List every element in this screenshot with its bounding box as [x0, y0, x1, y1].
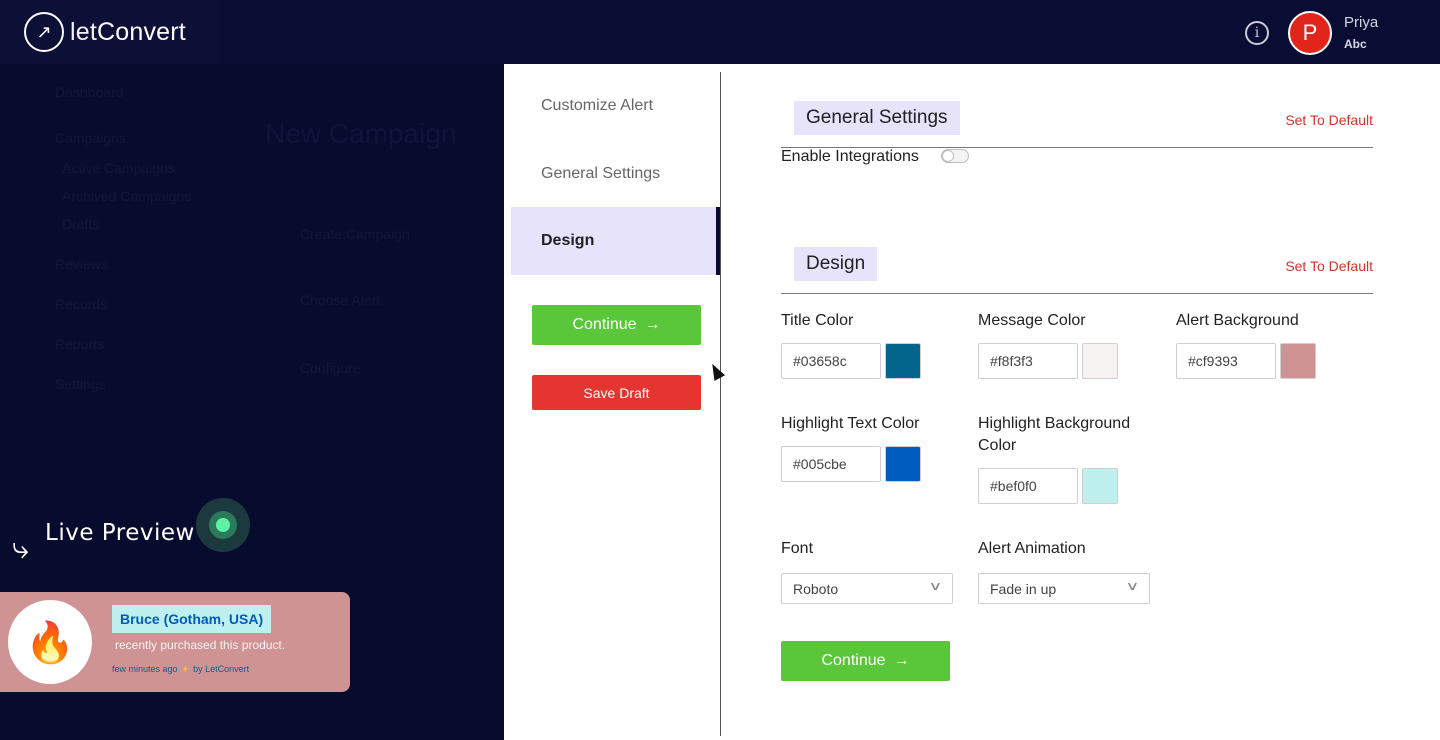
font-label: Font: [781, 540, 814, 557]
bg-nav-item: Campaigns: [55, 130, 126, 146]
curved-arrow-icon: ⤷: [12, 532, 29, 565]
top-bar: ↗ letConvert i P Priya Abc: [0, 0, 1440, 64]
highlight-background-color-swatch[interactable]: [1082, 468, 1118, 504]
live-indicator-icon: [196, 498, 250, 552]
title-color-swatch[interactable]: [885, 343, 921, 379]
user-subtitle: Abc: [1344, 37, 1367, 51]
alert-background-label: Alert Background: [1176, 312, 1299, 329]
section-title: Design: [794, 247, 878, 281]
bg-nav-item: Reports: [55, 336, 105, 352]
highlight-background-color-label: Highlight Background Color: [978, 415, 1131, 454]
general-settings-header: General Settings Set To Default: [781, 101, 1373, 148]
bg-nav-item: Active Campaigns: [62, 160, 175, 176]
settings-panel: Customize Alert General Settings Design …: [504, 64, 1440, 740]
brand-name-light: let: [70, 17, 98, 46]
enable-integrations-toggle[interactable]: [941, 149, 969, 163]
brand-logo[interactable]: ↗ letConvert: [0, 0, 220, 64]
highlight-text-color-input[interactable]: [781, 446, 881, 482]
step-design[interactable]: Design: [511, 207, 721, 275]
font-select-value: Roboto: [793, 580, 839, 597]
arrow-right-icon: →: [893, 652, 910, 669]
highlight-background-color-input[interactable]: [978, 468, 1078, 504]
fire-icon: 🔥: [8, 600, 92, 684]
bg-form-item: Configure: [300, 360, 361, 376]
brand-name-bold: Convert: [97, 17, 186, 46]
notification-time: few minutes ago: [112, 664, 178, 674]
bg-nav-item: Drafts: [62, 216, 100, 232]
message-color-input[interactable]: [978, 343, 1078, 379]
avatar[interactable]: P: [1288, 11, 1332, 55]
highlight-text-color-swatch[interactable]: [885, 446, 921, 482]
chevron-down-icon: ∨: [928, 579, 943, 593]
live-preview-label: Live Preview: [45, 520, 195, 546]
alert-animation-select[interactable]: Fade in up ∨: [978, 573, 1150, 604]
info-icon[interactable]: i: [1245, 21, 1269, 45]
section-title: General Settings: [794, 101, 960, 135]
design-continue-button[interactable]: Continue →: [781, 641, 950, 681]
notification-message: recently purchased this product.: [115, 638, 286, 652]
rocket-icon: ↗: [24, 12, 64, 52]
continue-button[interactable]: Continue →: [532, 305, 701, 345]
divider: [720, 72, 721, 736]
highlight-text-color-label: Highlight Text Color: [781, 415, 920, 432]
arrow-right-icon: →: [644, 316, 661, 333]
message-color-label: Message Color: [978, 312, 1086, 329]
continue-label: Continue: [572, 316, 637, 333]
chevron-down-icon: ∨: [1125, 579, 1140, 593]
continue-label: Continue: [821, 652, 886, 669]
bg-nav-item: Reviews: [55, 256, 108, 272]
bg-nav-item: Dashboard: [55, 84, 124, 100]
spark-icon: ✦: [181, 664, 190, 674]
background-page-title: New Campaign: [265, 118, 457, 149]
title-color-input[interactable]: [781, 343, 881, 379]
bg-nav-item: Settings: [55, 376, 106, 392]
bg-form-item: Create Campaign: [300, 226, 410, 242]
alert-background-input[interactable]: [1176, 343, 1276, 379]
alert-animation-select-value: Fade in up: [990, 580, 1057, 597]
bg-nav-item: Records: [55, 296, 108, 312]
user-name[interactable]: Priya: [1344, 14, 1378, 31]
font-select[interactable]: Roboto ∨: [781, 573, 953, 604]
step-customize-alert[interactable]: Customize Alert: [511, 72, 721, 140]
notification-name: Bruce (Gotham, USA): [112, 605, 272, 633]
design-header: Design Set To Default: [781, 247, 1373, 294]
message-color-swatch[interactable]: [1082, 343, 1118, 379]
notification-by: by LetConvert: [193, 664, 250, 674]
notification-footer: few minutes ago ✦ by LetConvert: [112, 664, 249, 675]
save-draft-button[interactable]: Save Draft: [532, 375, 701, 410]
step-general-settings[interactable]: General Settings: [511, 140, 721, 208]
bg-nav-item: Archived Campaigns: [62, 188, 192, 204]
brand-name: letConvert: [70, 18, 186, 47]
set-to-default-link[interactable]: Set To Default: [1285, 112, 1373, 128]
set-to-default-link[interactable]: Set To Default: [1285, 258, 1373, 274]
alert-background-swatch[interactable]: [1280, 343, 1316, 379]
bg-form-item: Choose Alert: [300, 292, 381, 308]
preview-notification[interactable]: 🔥 Bruce (Gotham, USA) recently purchased…: [0, 592, 350, 692]
title-color-label: Title Color: [781, 312, 854, 329]
alert-animation-label: Alert Animation: [978, 540, 1086, 557]
step-nav: Customize Alert General Settings Design …: [504, 64, 721, 740]
enable-integrations-label: Enable Integrations: [781, 148, 919, 165]
